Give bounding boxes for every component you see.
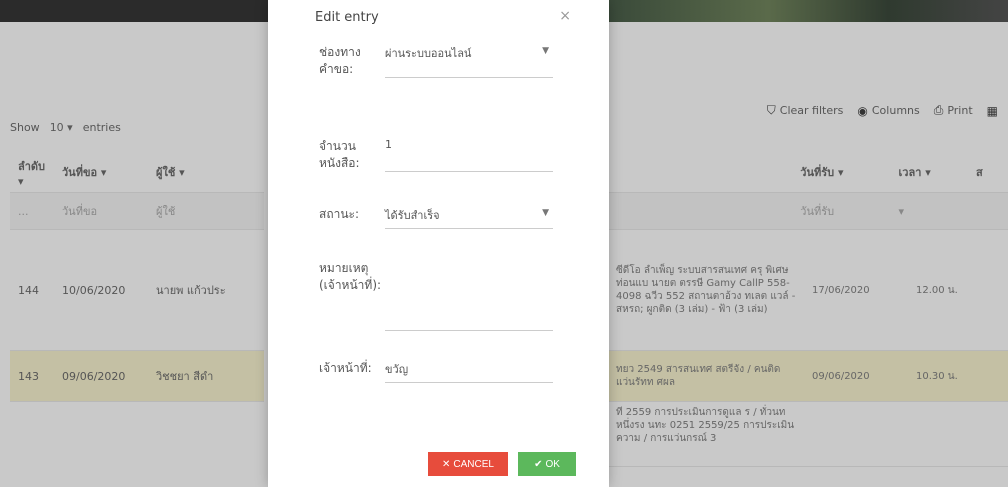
status-field: สถานะ: ได้รับสำเร็จ ▼ — [319, 206, 559, 229]
staff-input[interactable]: ขวัญ — [385, 360, 553, 383]
table-row[interactable]: ซีดีโอ ลำเพ็ญ ระบบสารสนเทศ ครุ พิเศษท่อน… — [608, 230, 1008, 351]
table-row[interactable]: 144 10/06/2020 นายพ แก้วประ — [10, 229, 264, 351]
header-photo — [608, 0, 1008, 22]
cancel-button[interactable]: ✕ CANCEL — [428, 452, 508, 476]
export-icon[interactable]: ▦ — [987, 103, 998, 118]
filter-icon: ⛉ — [766, 103, 776, 117]
close-icon[interactable]: × — [559, 8, 571, 24]
filter-date[interactable]: วันที่ขอ — [54, 192, 148, 230]
staff-note-field: หมายเหตุ (เจ้าหน้าที่): — [319, 260, 559, 331]
eye-icon: ◉ — [857, 103, 868, 118]
table-toolbar: ⛉ Clear filters ◉ Columns ⎙ Print ▦ — [767, 103, 998, 118]
table-row[interactable]: ที 2559 การประเมินการดูแล ร / ทั่วนท หนึ… — [608, 402, 1008, 467]
right-header-row: วันที่รับ ▾ เวลา ▾ ส — [608, 152, 1008, 193]
header-no[interactable]: ลำดับ ▾ — [10, 152, 54, 193]
chevron-down-icon: ▼ — [542, 208, 549, 218]
book-count-field: จำนวนหนังสือ: 1 — [319, 138, 559, 172]
status-select[interactable]: ได้รับสำเร็จ ▼ — [385, 206, 553, 229]
request-channel-select[interactable]: ผ่านระบบออนไลน์ ▼ — [385, 44, 553, 78]
show-entries: Show 10 ▾ entries — [10, 121, 121, 134]
filter-receive-date[interactable]: วันที่รับ — [792, 202, 890, 220]
close-icon: ✕ — [442, 458, 451, 470]
clear-filters-button[interactable]: ⛉ Clear filters — [767, 103, 844, 118]
modal-title: Edit entry — [315, 10, 379, 25]
table-row[interactable]: 143 09/06/2020 วิชชยา สีดำ — [10, 350, 264, 402]
chevron-down-icon: ▼ — [542, 46, 549, 56]
entries-select[interactable]: 10 ▾ — [50, 121, 73, 134]
ok-button[interactable]: ✔ OK — [518, 452, 576, 476]
filter-row: ... วันที่ขอ ผู้ใช้ — [10, 192, 264, 230]
header-user[interactable]: ผู้ใช้ ▾ — [148, 152, 264, 193]
request-channel-field: ช่องทางคำขอ: ผ่านระบบออนไลน์ ▼ — [319, 44, 559, 78]
filter-time[interactable]: ▾ — [891, 205, 972, 218]
edit-entry-modal: Edit entry × ช่องทางคำขอ: ผ่านระบบออนไลน… — [268, 0, 609, 487]
filter-user[interactable]: ผู้ใช้ — [148, 192, 264, 230]
table-right-columns: วันที่รับ ▾ เวลา ▾ ส วันที่รับ ▾ ซีดีโอ … — [608, 152, 1008, 467]
header-receive-date[interactable]: วันที่รับ ▾ — [792, 163, 890, 181]
data-table: ลำดับ ▾ วันที่ขอ ▾ ผู้ใช้ ▾ ... วันที่ขอ… — [10, 152, 264, 402]
staff-field: เจ้าหน้าที่: ขวัญ — [319, 360, 559, 383]
table-header-row: ลำดับ ▾ วันที่ขอ ▾ ผู้ใช้ ▾ — [10, 152, 264, 193]
check-icon: ✔ — [534, 458, 543, 470]
filter-no[interactable]: ... — [10, 192, 54, 230]
book-count-input[interactable]: 1 — [385, 138, 553, 172]
header-date[interactable]: วันที่ขอ ▾ — [54, 152, 148, 193]
staff-note-textarea[interactable] — [385, 260, 553, 331]
table-row[interactable]: ทยว 2549 สารสนเทศ สตรีจัง / คนติด แว่นรั… — [608, 351, 1008, 402]
right-filter-row: วันที่รับ ▾ — [608, 193, 1008, 230]
print-icon: ⎙ — [933, 103, 944, 117]
print-button[interactable]: ⎙ Print — [934, 103, 973, 118]
header-time[interactable]: เวลา ▾ — [891, 163, 972, 181]
columns-button[interactable]: ◉ Columns — [857, 103, 919, 118]
